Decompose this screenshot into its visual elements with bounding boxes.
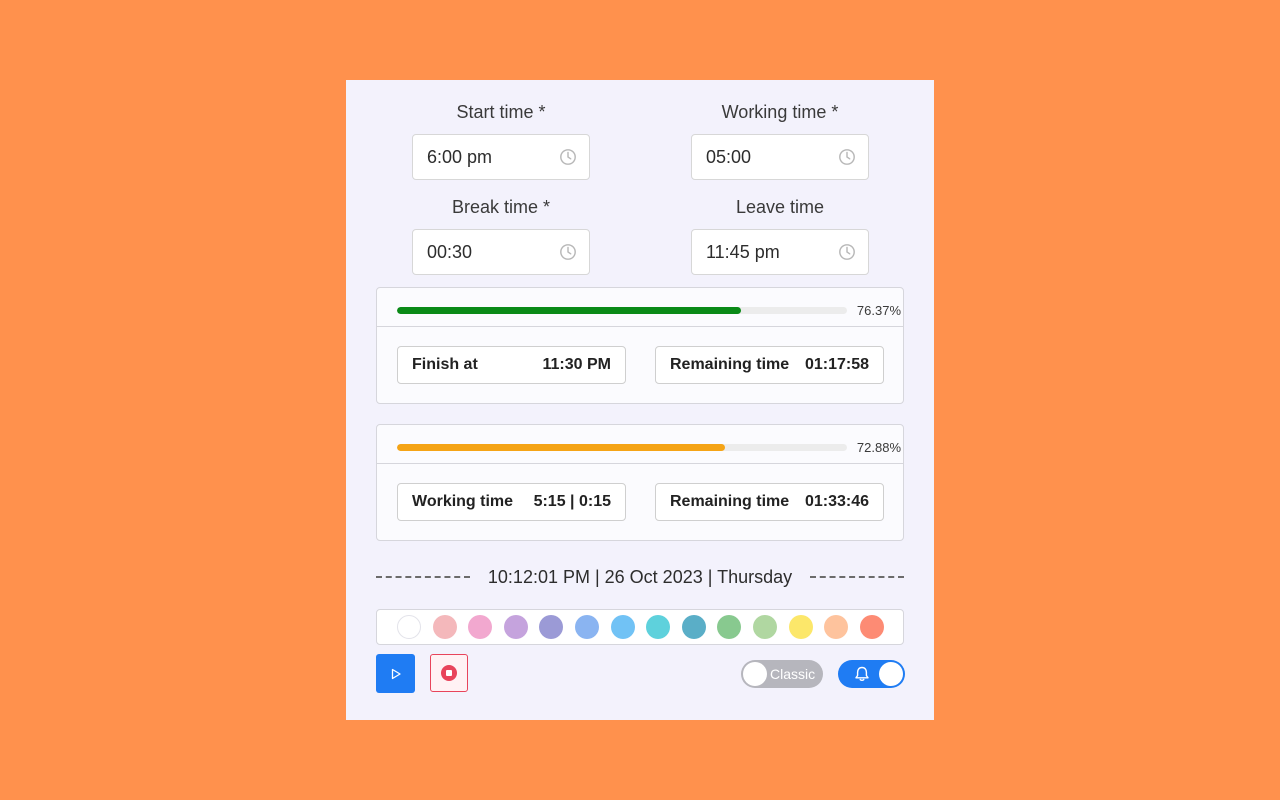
chip-value: 11:30 PM xyxy=(542,356,611,373)
start-time-field: Start time * 6:00 pm xyxy=(412,100,590,180)
leave-time-field: Leave time 11:45 pm xyxy=(691,195,869,275)
color-swatch[interactable] xyxy=(646,615,671,639)
working-progress-card: 72.88% Working time 5:15 | 0:15 Remainin… xyxy=(376,424,904,541)
break-time-field: Break time * 00:30 xyxy=(412,195,590,275)
working-time-field: Working time * 05:00 xyxy=(691,100,869,180)
color-swatch[interactable] xyxy=(788,615,813,639)
remaining-time-chip: Remaining time 01:17:58 xyxy=(655,346,884,384)
progress-track xyxy=(397,307,847,314)
clock-icon[interactable] xyxy=(838,243,856,261)
divider xyxy=(376,576,470,578)
chip-label: Remaining time xyxy=(670,356,790,373)
leave-time-label: Leave time xyxy=(735,197,825,217)
working-time-value: 05:00 xyxy=(706,146,752,167)
clock-icon[interactable] xyxy=(559,243,577,261)
progress-details: Finish at 11:30 PM Remaining time 01:17:… xyxy=(377,327,903,403)
classic-toggle[interactable]: Classic xyxy=(741,660,823,688)
classic-toggle-label: Classic xyxy=(770,666,816,682)
break-time-value: 00:30 xyxy=(427,241,473,262)
datetime-text: 10:12:01 PM | 26 Oct 2023 | Thursday xyxy=(487,566,793,587)
color-swatch[interactable] xyxy=(824,615,849,639)
start-time-input[interactable]: 6:00 pm xyxy=(412,134,590,180)
play-button[interactable] xyxy=(376,654,415,693)
break-time-input[interactable]: 00:30 xyxy=(412,229,590,275)
color-swatch[interactable] xyxy=(681,615,706,639)
timer-panel: Start time * 6:00 pm Working time * 05:0… xyxy=(346,80,934,720)
working-time-label: Working time * xyxy=(721,102,839,122)
color-swatch[interactable] xyxy=(610,615,635,639)
progress-header: 72.88% xyxy=(377,425,903,464)
color-swatch[interactable] xyxy=(432,615,457,639)
finish-at-chip: Finish at 11:30 PM xyxy=(397,346,626,384)
clock-icon[interactable] xyxy=(559,148,577,166)
leave-time-input[interactable]: 11:45 pm xyxy=(691,229,869,275)
chip-label: Finish at xyxy=(412,356,478,373)
stop-button[interactable] xyxy=(430,654,468,692)
working-time-chip: Working time 5:15 | 0:15 xyxy=(397,483,626,521)
progress-track xyxy=(397,444,847,451)
start-time-label: Start time * xyxy=(456,102,546,122)
color-swatch[interactable] xyxy=(717,615,742,639)
progress-percent: 72.88% xyxy=(856,440,901,455)
finish-progress-card: 76.37% Finish at 11:30 PM Remaining time… xyxy=(376,287,904,404)
chip-value: 01:33:46 xyxy=(804,493,869,510)
color-swatch[interactable] xyxy=(859,615,884,639)
chip-label: Remaining time xyxy=(670,493,790,510)
color-palette xyxy=(376,609,904,645)
color-swatch[interactable] xyxy=(574,615,599,639)
color-swatch[interactable] xyxy=(752,615,777,639)
chip-value: 01:17:58 xyxy=(804,356,869,373)
start-time-value: 6:00 pm xyxy=(427,146,493,167)
color-swatch[interactable] xyxy=(468,615,493,639)
progress-percent: 76.37% xyxy=(856,303,901,318)
current-datetime: 10:12:01 PM | 26 Oct 2023 | Thursday xyxy=(376,566,905,588)
toggle-knob xyxy=(879,662,903,686)
progress-fill xyxy=(397,444,725,451)
break-time-label: Break time * xyxy=(451,197,551,217)
play-icon xyxy=(391,668,401,679)
toggle-knob xyxy=(743,662,767,686)
chip-value: 5:15 | 0:15 xyxy=(533,493,611,510)
progress-fill xyxy=(397,307,741,314)
progress-header: 76.37% xyxy=(377,288,903,327)
clock-icon[interactable] xyxy=(838,148,856,166)
chip-label: Working time xyxy=(412,493,514,510)
leave-time-value: 11:45 pm xyxy=(706,241,780,262)
color-swatch[interactable] xyxy=(539,615,564,639)
bell-icon xyxy=(855,666,869,681)
color-swatch[interactable] xyxy=(503,615,528,639)
color-swatch[interactable] xyxy=(397,615,421,639)
notification-toggle[interactable] xyxy=(838,660,905,688)
stop-icon xyxy=(441,665,457,681)
divider xyxy=(810,576,905,578)
working-time-input[interactable]: 05:00 xyxy=(691,134,869,180)
progress-details: Working time 5:15 | 0:15 Remaining time … xyxy=(377,464,903,540)
remaining-time-chip: Remaining time 01:33:46 xyxy=(655,483,884,521)
